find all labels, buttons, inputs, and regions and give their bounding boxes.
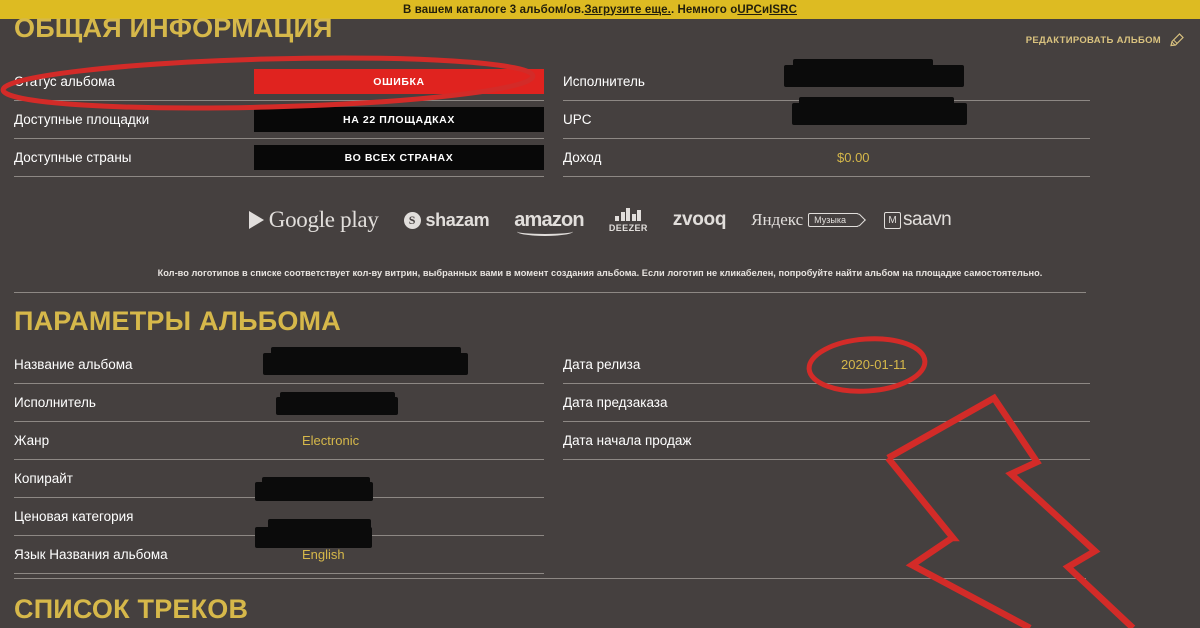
saavn-icon: M: [884, 211, 902, 229]
section-title-general-info: ОБЩАЯ ИНФОРМАЦИЯ: [14, 13, 333, 43]
label-release-date: Дата релиза: [563, 357, 641, 372]
value-album-title-language: English: [302, 547, 345, 562]
yandex-label: Яндекс: [751, 210, 804, 229]
muzyka-badge: Музыка: [808, 213, 860, 227]
label-copyright: Копирайт: [14, 471, 73, 486]
label-sales-start-date: Дата начала продаж: [563, 433, 692, 448]
label-genre: Жанр: [14, 433, 50, 448]
field-row-sales-start-date: Дата начала продаж: [563, 422, 1090, 460]
label-artist: Исполнитель: [563, 74, 645, 89]
isrc-link[interactable]: ISRC: [769, 4, 797, 16]
general-info-left-column: Статус альбома ОШИБКА Доступные площадки…: [14, 63, 544, 177]
section-divider-bottom: [14, 578, 1086, 579]
google-play-label: Google play: [268, 207, 379, 232]
value-genre: Electronic: [302, 433, 360, 448]
redaction-upc-2: [792, 103, 967, 125]
notice-text-mid: . Немного о: [670, 3, 738, 16]
pencil-icon: [1170, 33, 1184, 47]
label-param-artist: Исполнитель: [14, 395, 96, 410]
field-row-available-stores: Доступные площадки НА 22 ПЛОЩАДКАХ: [14, 101, 544, 139]
field-row-release-date: Дата релиза 2020-01-11: [563, 346, 1090, 384]
zvooq-label: zvooq: [672, 209, 727, 230]
redaction-price-2: [255, 527, 372, 548]
store-logos-fineprint: Кол-во логотипов в списке соответствует …: [157, 268, 1043, 278]
value-available-stores: НА 22 ПЛОЩАДКАХ: [254, 107, 544, 132]
label-price-category: Ценовая категория: [14, 509, 134, 524]
field-row-available-countries: Доступные страны ВО ВСЕХ СТРАНАХ: [14, 139, 544, 177]
redaction-copyright-2: [255, 482, 373, 501]
field-row-revenue: Доход $0.00: [563, 139, 1090, 177]
store-logo-amazon[interactable]: amazon: [514, 209, 585, 236]
store-logo-yandex-muzyka[interactable]: Яндекс Музыка: [751, 210, 860, 230]
label-revenue: Доход: [563, 150, 602, 165]
field-row-album-status: Статус альбома ОШИБКА: [14, 63, 544, 101]
label-album-status: Статус альбома: [14, 74, 115, 89]
value-available-countries: ВО ВСЕХ СТРАНАХ: [254, 145, 544, 170]
store-logo-saavn[interactable]: M saavn: [884, 209, 952, 231]
label-available-stores: Доступные площадки: [14, 112, 150, 127]
album-params-right-column: Дата релиза 2020-01-11 Дата предзаказа Д…: [563, 346, 1090, 460]
store-logo-deezer[interactable]: DEEZER: [608, 207, 648, 233]
screenshot-root: В вашем каталоге 3 альбом/ов. Загрузите …: [0, 0, 1200, 628]
upc-link[interactable]: UPC: [737, 4, 762, 16]
label-available-countries: Доступные страны: [14, 150, 132, 165]
amazon-smile-icon: [517, 227, 574, 236]
deezer-bars-icon: [615, 207, 642, 221]
redaction-artist-2: [784, 65, 964, 87]
store-logo-google-play[interactable]: Google play: [248, 207, 379, 233]
play-triangle-icon: [248, 211, 264, 229]
section-title-album-params: ПАРАМЕТРЫ АЛЬБОМА: [14, 306, 341, 336]
shazam-label: shazam: [425, 209, 490, 230]
redaction-album-title-2: [263, 353, 468, 375]
label-upc: UPC: [563, 112, 592, 127]
saavn-label: saavn: [903, 209, 952, 230]
field-row-preorder-date: Дата предзаказа: [563, 384, 1090, 422]
edit-album-label: РЕДАКТИРОВАТЬ АЛЬБОМ: [1025, 35, 1161, 46]
notice-text-and: и: [761, 3, 770, 16]
upload-more-link[interactable]: Загрузите еще.: [584, 4, 671, 16]
redaction-param-artist-2: [276, 397, 398, 415]
value-release-date: 2020-01-11: [841, 357, 907, 372]
value-revenue: $0.00: [837, 150, 870, 165]
shazam-icon: S: [403, 211, 421, 229]
store-logos-row: Google play S shazam amazon DEEZER zvooq…: [0, 207, 1200, 236]
label-album-title: Название альбома: [14, 357, 133, 372]
page-content: ОБЩАЯ ИНФОРМАЦИЯ РЕДАКТИРОВАТЬ АЛЬБОМ Ст…: [0, 13, 1200, 628]
label-preorder-date: Дата предзаказа: [563, 395, 668, 410]
section-divider-top: [14, 292, 1086, 293]
value-album-status: ОШИБКА: [254, 69, 544, 94]
label-album-title-language: Язык Названия альбома: [14, 547, 168, 562]
store-logo-shazam[interactable]: S shazam: [403, 209, 490, 231]
edit-album-button[interactable]: РЕДАКТИРОВАТЬ АЛЬБОМ: [1026, 32, 1185, 49]
field-row-genre: Жанр Electronic: [14, 422, 544, 460]
notice-text-before: В вашем каталоге 3 альбом/ов.: [403, 3, 585, 16]
deezer-label: DEEZER: [608, 222, 648, 233]
section-title-track-list: СПИСОК ТРЕКОВ: [14, 594, 249, 624]
store-logo-zvooq[interactable]: zvooq: [672, 209, 727, 231]
